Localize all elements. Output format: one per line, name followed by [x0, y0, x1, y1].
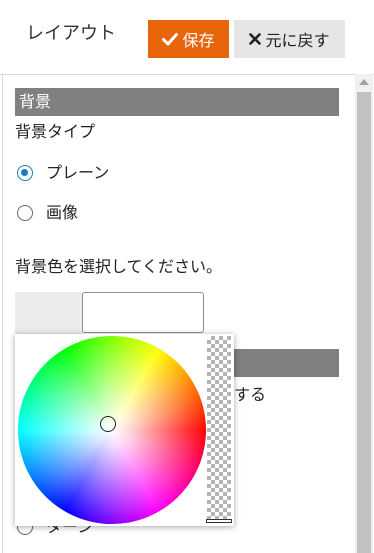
color-swatch[interactable]: [15, 292, 83, 334]
radio-plain-label[interactable]: プレーン: [46, 162, 109, 184]
background-type-label: 背景タイプ: [15, 122, 96, 141]
color-wheel-handle[interactable]: [100, 416, 116, 432]
radio-image-label[interactable]: 画像: [46, 202, 78, 224]
revert-button-label: 元に戻す: [265, 31, 330, 50]
section-header-background: 背景: [15, 88, 339, 116]
radio-plain[interactable]: [17, 165, 33, 181]
panel-border: [2, 74, 3, 553]
save-button-label: 保存: [182, 31, 215, 50]
alpha-slider-handle[interactable]: [206, 519, 232, 523]
partial-label: する: [234, 385, 267, 404]
color-picker-popup: [15, 334, 234, 526]
close-icon: [249, 33, 262, 45]
alpha-slider[interactable]: [207, 336, 231, 522]
save-button[interactable]: 保存: [148, 20, 229, 58]
color-prompt-label: 背景色を選択してください。: [15, 257, 223, 276]
scroll-up-arrow-icon[interactable]: [355, 74, 373, 90]
color-wheel[interactable]: [18, 336, 206, 524]
scrollbar-thumb[interactable]: [357, 92, 371, 553]
check-icon: [162, 32, 179, 46]
radio-image[interactable]: [17, 205, 33, 221]
page-title: レイアウト: [26, 23, 116, 44]
scrollbar[interactable]: [355, 74, 373, 553]
revert-button[interactable]: 元に戻す: [234, 20, 345, 58]
editor-header: レイアウト 保存 元に戻す: [0, 0, 374, 75]
color-input[interactable]: [82, 292, 204, 333]
